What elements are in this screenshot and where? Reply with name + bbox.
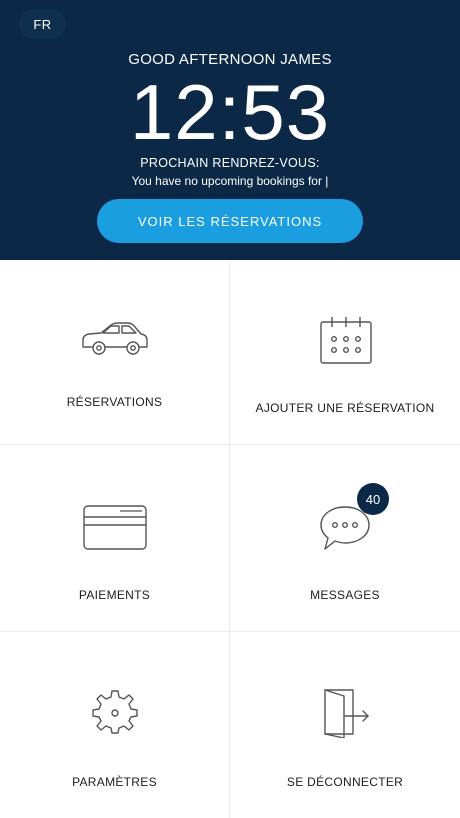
tile-label-logout: SE DÉCONNECTER <box>286 775 404 789</box>
tile-settings[interactable]: PARAMÈTRES <box>0 632 230 818</box>
logout-icon <box>322 688 372 738</box>
next-appointment-text: You have no upcoming bookings for | <box>131 174 329 188</box>
calendar-icon <box>319 315 373 365</box>
car-icon <box>81 320 149 356</box>
messages-count-badge: 40 <box>357 483 389 515</box>
tile-reservations[interactable]: RÉSERVATIONS <box>0 260 230 445</box>
tile-logout[interactable]: SE DÉCONNECTER <box>230 632 460 818</box>
tile-label-add-reservation: AJOUTER UNE RÉSERVATION <box>255 401 435 415</box>
tile-label-payments: PAIEMENTS <box>78 588 151 602</box>
gear-icon <box>92 688 138 734</box>
tile-label-settings: PARAMÈTRES <box>72 775 157 789</box>
next-appointment-label: PROCHAIN RENDREZ-VOUS: <box>140 156 320 170</box>
header: FR GOOD AFTERNOON JAMES 12:53 PROCHAIN R… <box>0 0 460 260</box>
tile-label-messages: MESSAGES <box>310 588 380 602</box>
greeting: GOOD AFTERNOON JAMES <box>128 51 332 68</box>
tile-add-reservation[interactable]: AJOUTER UNE RÉSERVATION <box>230 260 460 445</box>
language-toggle[interactable]: FR <box>19 9 66 39</box>
view-reservations-button[interactable]: VOIR LES RÉSERVATIONS <box>97 199 363 243</box>
tile-payments[interactable]: PAIEMENTS <box>0 445 230 632</box>
tile-messages[interactable]: 40 MESSAGES <box>230 445 460 632</box>
clock: 12:53 <box>129 68 331 156</box>
credit-card-icon <box>82 503 148 551</box>
tile-label-reservations: RÉSERVATIONS <box>66 395 163 409</box>
menu-grid: RÉSERVATIONS AJOUTER UNE RÉSERVATION PAI… <box>0 260 460 818</box>
